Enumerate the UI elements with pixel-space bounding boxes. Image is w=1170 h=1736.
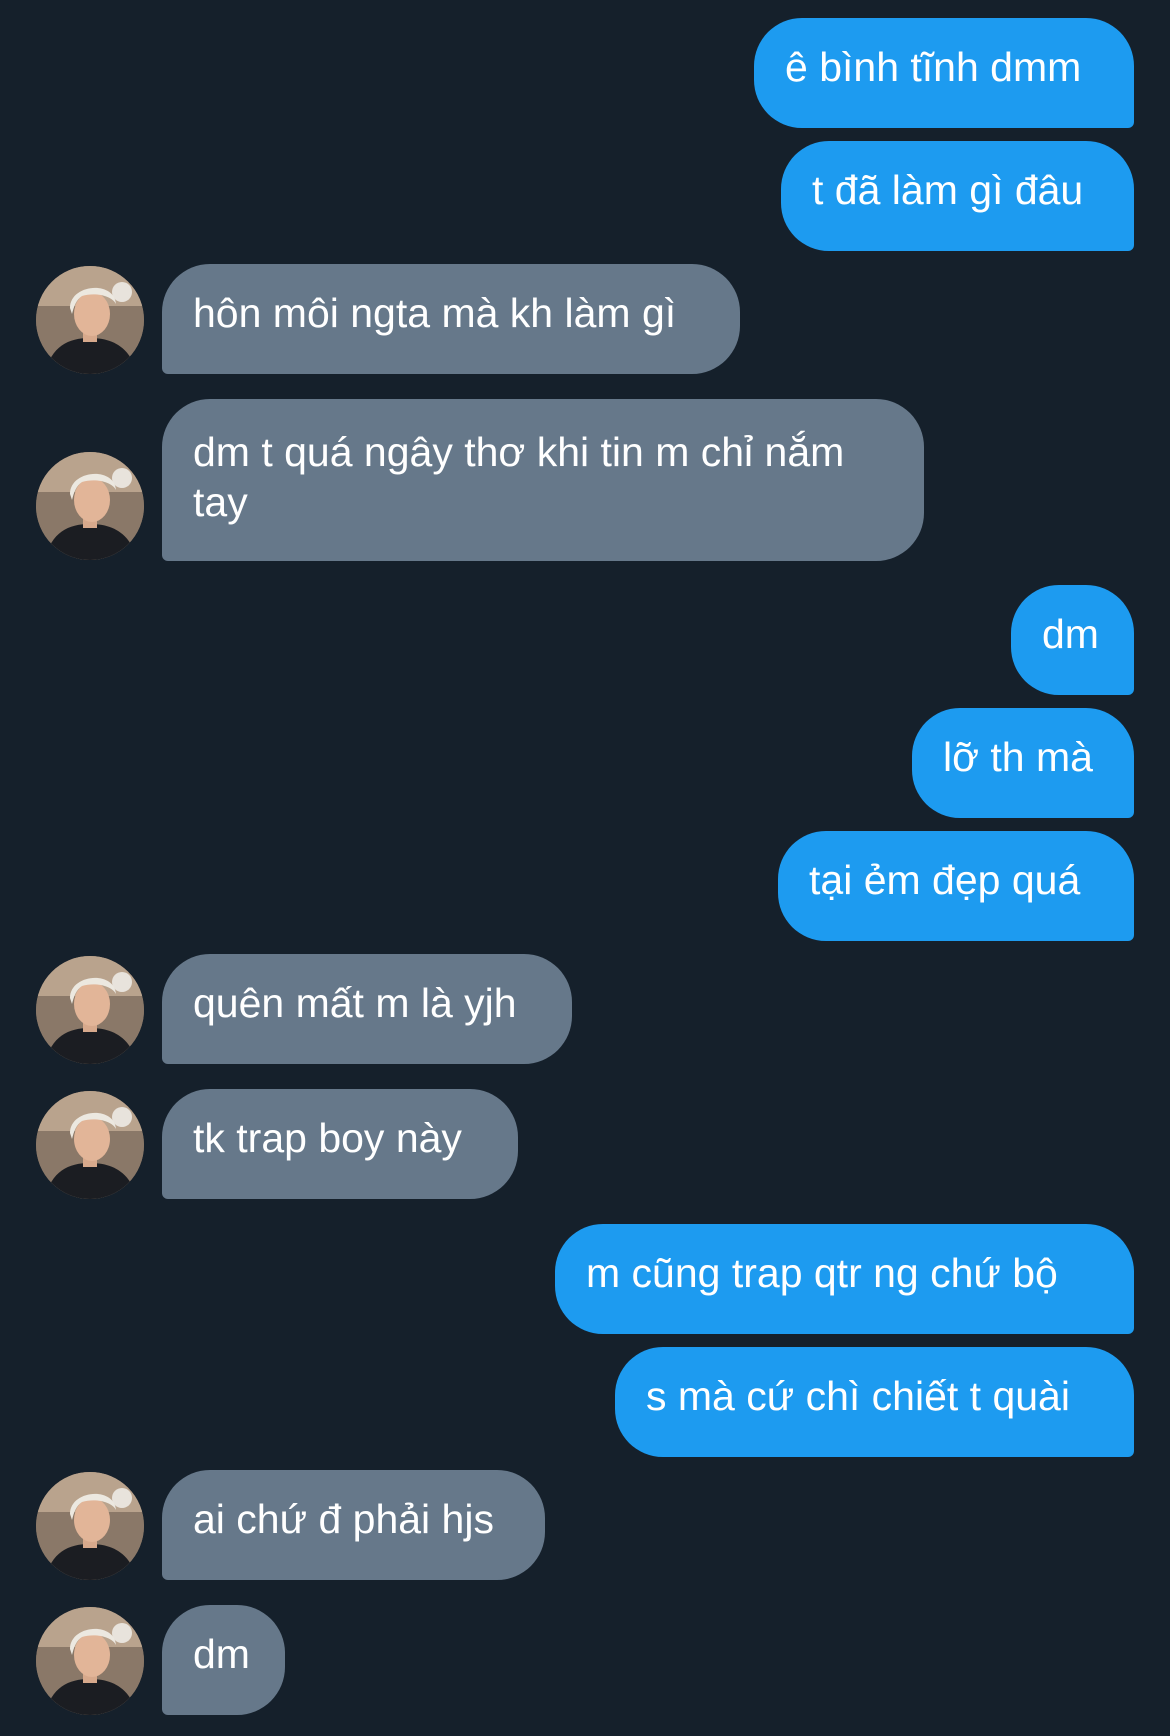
- avatar-photo-icon: [36, 1091, 144, 1199]
- message-thread: ê bình tĩnh dmm t đã làm gì đâu hôn môi …: [0, 0, 1170, 1736]
- message-text: dm t quá ngây thơ khi tin m chỉ nắm tay: [193, 429, 845, 525]
- message-text: hôn môi ngta mà kh làm gì: [193, 290, 677, 336]
- contact-avatar[interactable]: [36, 452, 144, 560]
- avatar-photo-icon: [36, 1472, 144, 1580]
- avatar-photo-icon: [36, 266, 144, 374]
- received-message-bubble[interactable]: dm t quá ngây thơ khi tin m chỉ nắm tay: [162, 399, 924, 561]
- message-row: dm: [0, 1605, 1170, 1715]
- message-row: ê bình tĩnh dmm: [0, 18, 1170, 128]
- message-text: tk trap boy này: [193, 1115, 462, 1161]
- message-row: hôn môi ngta mà kh làm gì: [0, 264, 1170, 374]
- sent-message-bubble[interactable]: s mà cứ chì chiết t quài: [615, 1347, 1134, 1457]
- message-text: ai chứ đ phải hjs: [193, 1496, 494, 1542]
- sent-message-bubble[interactable]: tại ẻm đẹp quá: [778, 831, 1134, 941]
- message-text: dm: [193, 1631, 250, 1677]
- contact-avatar[interactable]: [36, 1091, 144, 1199]
- contact-avatar[interactable]: [36, 956, 144, 1064]
- message-text: ê bình tĩnh dmm: [785, 44, 1082, 90]
- avatar-photo-icon: [36, 956, 144, 1064]
- avatar-photo-icon: [36, 452, 144, 560]
- message-row: s mà cứ chì chiết t quài: [0, 1347, 1170, 1457]
- message-text: dm: [1042, 611, 1099, 657]
- contact-avatar[interactable]: [36, 266, 144, 374]
- message-row: quên mất m là yjh: [0, 954, 1170, 1064]
- message-text: lỡ th mà: [943, 734, 1093, 780]
- message-row: dm t quá ngây thơ khi tin m chỉ nắm tay: [0, 399, 1170, 561]
- message-text: m cũng trap qtr ng chứ bộ: [586, 1250, 1058, 1296]
- received-message-bubble[interactable]: dm: [162, 1605, 285, 1715]
- message-row: lỡ th mà: [0, 708, 1170, 818]
- message-row: t đã làm gì đâu: [0, 141, 1170, 251]
- avatar-photo-icon: [36, 1607, 144, 1715]
- sent-message-bubble[interactable]: m cũng trap qtr ng chứ bộ: [555, 1224, 1134, 1334]
- contact-avatar[interactable]: [36, 1607, 144, 1715]
- message-row: m cũng trap qtr ng chứ bộ: [0, 1224, 1170, 1334]
- sent-message-bubble[interactable]: ê bình tĩnh dmm: [754, 18, 1134, 128]
- message-text: t đã làm gì đâu: [812, 167, 1084, 213]
- message-text: s mà cứ chì chiết t quài: [646, 1373, 1070, 1419]
- received-message-bubble[interactable]: hôn môi ngta mà kh làm gì: [162, 264, 740, 374]
- received-message-bubble[interactable]: tk trap boy này: [162, 1089, 518, 1199]
- message-row: dm: [0, 585, 1170, 695]
- message-row: tk trap boy này: [0, 1089, 1170, 1199]
- message-row: ai chứ đ phải hjs: [0, 1470, 1170, 1580]
- sent-message-bubble[interactable]: lỡ th mà: [912, 708, 1134, 818]
- message-text: tại ẻm đẹp quá: [809, 857, 1081, 903]
- received-message-bubble[interactable]: ai chứ đ phải hjs: [162, 1470, 545, 1580]
- message-row: tại ẻm đẹp quá: [0, 831, 1170, 941]
- received-message-bubble[interactable]: quên mất m là yjh: [162, 954, 572, 1064]
- sent-message-bubble[interactable]: t đã làm gì đâu: [781, 141, 1134, 251]
- message-text: quên mất m là yjh: [193, 980, 517, 1026]
- sent-message-bubble[interactable]: dm: [1011, 585, 1134, 695]
- contact-avatar[interactable]: [36, 1472, 144, 1580]
